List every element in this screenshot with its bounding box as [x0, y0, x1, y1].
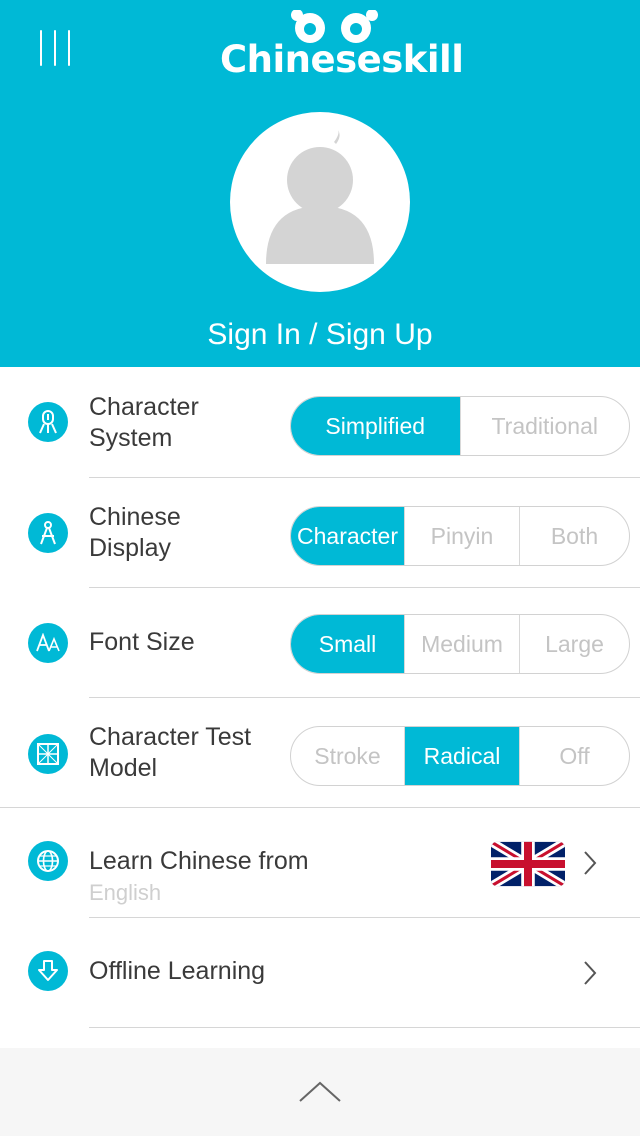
- setting-label: Learn Chinese from: [89, 847, 309, 875]
- setting-offline-learning[interactable]: Offline Learning: [0, 918, 640, 1027]
- font-size-selector[interactable]: Small Medium Large: [290, 614, 630, 674]
- grid-icon: [28, 734, 68, 774]
- setting-font-size: Font Size Small Medium Large: [0, 588, 640, 697]
- avatar[interactable]: [230, 112, 410, 292]
- character-test-model-selector[interactable]: Stroke Radical Off: [290, 726, 630, 786]
- option-stroke[interactable]: Stroke: [291, 727, 404, 785]
- setting-label: Display: [89, 534, 171, 562]
- option-character[interactable]: Character: [291, 507, 404, 565]
- chevron-right-icon: [584, 851, 597, 875]
- download-icon: [28, 951, 68, 991]
- option-simplified[interactable]: Simplified: [291, 397, 460, 455]
- setting-label: Model: [89, 754, 158, 782]
- bottom-bar: [0, 1048, 640, 1136]
- compass-icon: [28, 513, 68, 553]
- user-placeholder-icon: [266, 130, 374, 264]
- setting-label: Chinese: [89, 503, 181, 531]
- font-size-icon: [28, 623, 68, 663]
- setting-label: Character: [89, 393, 199, 421]
- globe-icon: [28, 841, 68, 881]
- option-pinyin[interactable]: Pinyin: [404, 507, 519, 565]
- option-off[interactable]: Off: [519, 727, 629, 785]
- divider: [89, 1027, 640, 1028]
- chevron-right-icon: [584, 961, 597, 985]
- setting-character-test-model: Character Test Model Stroke Radical Off: [0, 698, 640, 807]
- sign-in-link[interactable]: Sign In / Sign Up: [0, 318, 640, 352]
- setting-label: System: [89, 424, 173, 452]
- option-medium[interactable]: Medium: [404, 615, 519, 673]
- setting-learn-from[interactable]: Learn Chinese from English: [0, 808, 640, 917]
- profile-header: Chineseskill Sign In / Sign Up: [0, 0, 640, 367]
- brush-icon: [28, 402, 68, 442]
- chinese-display-selector[interactable]: Character Pinyin Both: [290, 506, 630, 566]
- setting-label: Font Size: [89, 628, 195, 656]
- option-small[interactable]: Small: [291, 615, 404, 673]
- uk-flag-icon: [491, 841, 565, 887]
- setting-label: Character Test: [89, 723, 252, 751]
- character-system-selector[interactable]: Simplified Traditional: [290, 396, 630, 456]
- setting-label: Offline Learning: [89, 957, 266, 985]
- brand-name: Chineseskill: [220, 38, 464, 81]
- app-logo: Chineseskill: [220, 10, 464, 86]
- menu-button[interactable]: [40, 30, 80, 68]
- option-both[interactable]: Both: [519, 507, 629, 565]
- setting-character-system: Character System Simplified Traditional: [0, 367, 640, 477]
- option-traditional[interactable]: Traditional: [459, 397, 630, 455]
- option-large[interactable]: Large: [519, 615, 629, 673]
- setting-chinese-display: Chinese Display Character Pinyin Both: [0, 478, 640, 587]
- option-radical[interactable]: Radical: [404, 727, 519, 785]
- chevron-up-icon[interactable]: [298, 1080, 342, 1104]
- learn-from-value: English: [89, 880, 162, 905]
- menu-icon: [40, 30, 42, 66]
